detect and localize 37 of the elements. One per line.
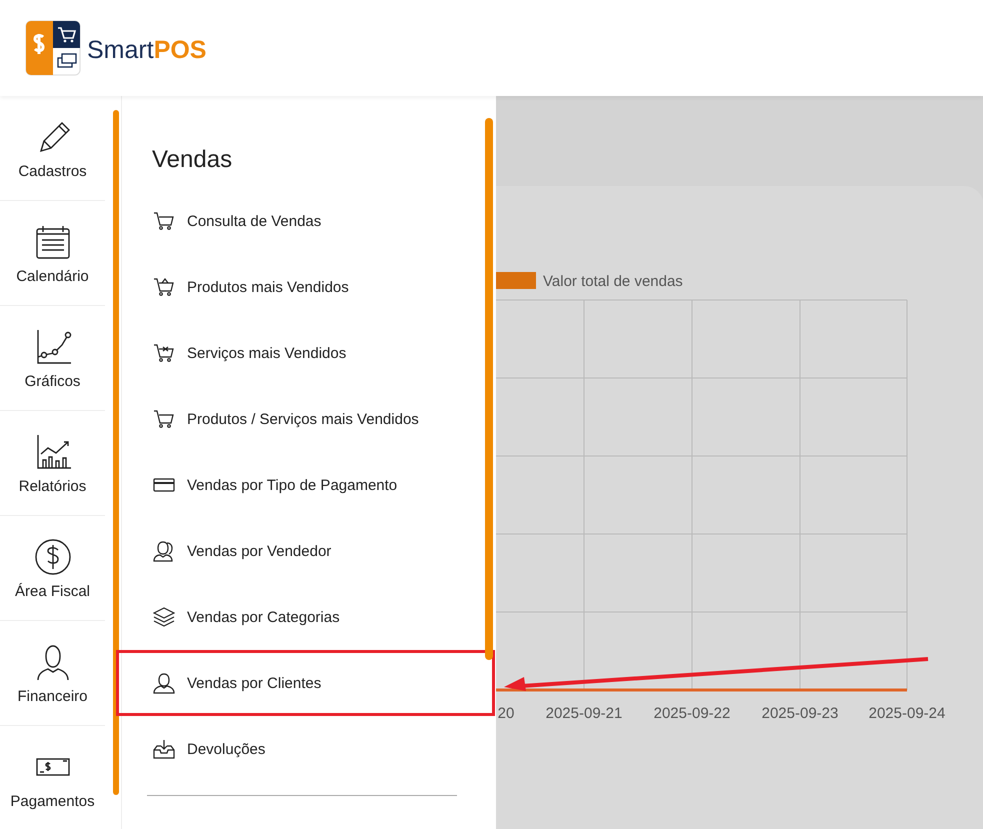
submenu-item[interactable]: Consulta de Vendas: [116, 188, 495, 254]
submenu-item[interactable]: Vendas por Vendedor: [116, 518, 495, 584]
rail-menu-item[interactable]: Cadastros: [0, 96, 105, 201]
axis-label: 2025-09-21: [546, 705, 622, 722]
rail-menu-item[interactable]: Calendário: [0, 201, 105, 306]
brand-name: SmartPOS: [87, 36, 206, 64]
rail-menu-item[interactable]: Gráficos: [0, 306, 105, 411]
rail-menu-item[interactable]: Financeiro: [0, 621, 105, 726]
submenu-item[interactable]: Vendas por Tipo de Pagamento: [116, 452, 495, 518]
rail-menu-item[interactable]: Área Fiscal: [0, 516, 105, 621]
legend-label: Valor total de vendas: [543, 273, 683, 290]
axis-label: 20: [498, 705, 514, 722]
rail-menu-item[interactable]: Relatórios: [0, 411, 105, 516]
inbox-icon: [153, 738, 175, 760]
axis-label: 2025-09-24: [868, 705, 946, 722]
cart-icon: [153, 408, 175, 430]
submenu-item[interactable]: Produtos / Serviços mais Vendidos: [116, 386, 495, 452]
rail-menu-item[interactable]: Pagamentos: [0, 726, 105, 829]
submenu-item[interactable]: Serviços mais Vendidos: [116, 320, 495, 386]
submenu-item[interactable]: Vendas por Categorias: [116, 584, 495, 650]
submenu-item[interactable]: Devoluções: [116, 716, 495, 782]
submenu-item[interactable]: Produtos mais Vendidos: [116, 254, 495, 320]
legend-swatch: [496, 272, 536, 289]
axis-label: 2025-09-23: [762, 705, 838, 722]
person-icon: [153, 672, 175, 694]
menu-title: Vendas: [152, 146, 234, 175]
layers-icon: [153, 606, 175, 628]
axis-label: 2025-09-22: [654, 705, 730, 722]
logo-icon: [25, 20, 81, 76]
dollar-circle-icon: [32, 536, 72, 576]
scrollbar[interactable]: [485, 118, 493, 660]
basket-icon: [153, 276, 175, 298]
people-icon: [153, 540, 175, 562]
cart-icon: [153, 210, 175, 232]
scrollbar[interactable]: [113, 110, 119, 795]
cart-icon: [153, 342, 175, 364]
submenu-item[interactable]: Vendas por Clientes: [116, 650, 495, 716]
